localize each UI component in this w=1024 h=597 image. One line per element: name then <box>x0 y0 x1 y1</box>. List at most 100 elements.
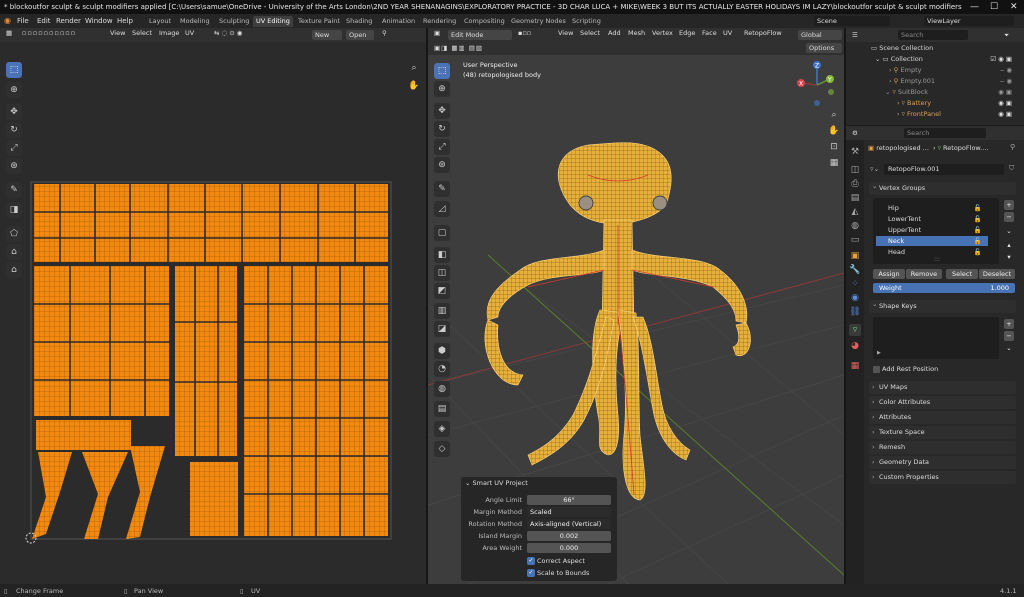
vertex-group-specials-icon[interactable]: ⌄ <box>1004 226 1014 236</box>
viewport-move-tool-icon[interactable]: ✥ <box>434 103 450 119</box>
head-lock-icon[interactable]: 🔓 <box>974 247 982 257</box>
grab-tool-icon[interactable]: ⬠ <box>6 226 22 242</box>
world-tab-icon[interactable]: ◍ <box>849 220 861 232</box>
vertex-group-uppertent[interactable]: UpperTent 🔓 <box>876 225 988 235</box>
area-weight-field[interactable]: 0.000 <box>527 543 611 553</box>
scale-to-bounds-checkbox[interactable]: ✓ <box>527 569 535 577</box>
shear-tool-icon[interactable]: ◇ <box>434 441 450 457</box>
outliner-item-frontpanel[interactable]: › ▿ FrontPanel ◉ ▣ <box>865 109 1020 120</box>
scene-selector[interactable]: Scene <box>814 16 890 26</box>
mode-selector[interactable]: Edit Mode <box>448 30 512 40</box>
move-up-icon[interactable]: ▴ <box>1004 240 1014 250</box>
outliner-editor-type-icon[interactable]: ☰ <box>850 30 860 40</box>
uv-maps-section[interactable]: UV Maps <box>869 381 1016 394</box>
options-dropdown[interactable]: Options <box>806 43 842 53</box>
pan-hand-icon[interactable]: ✋ <box>406 78 422 94</box>
menu-render[interactable]: Render <box>56 17 81 25</box>
outliner-search-input[interactable]: Search <box>898 30 968 40</box>
texture-space-section[interactable]: Texture Space <box>869 426 1016 439</box>
weight-slider[interactable]: Weight 1.000 <box>873 283 1015 293</box>
mesh-data-tab-icon[interactable]: ▿ <box>849 324 861 336</box>
knife-tool-icon[interactable]: ◪ <box>434 321 450 337</box>
editor-type-icon[interactable]: ▦ <box>4 28 14 38</box>
tool-tab-icon[interactable]: ⚒ <box>849 146 861 158</box>
shape-keys-section[interactable]: Shape Keys <box>869 298 1016 313</box>
battery-visibility-icons[interactable]: ◉ ▣ <box>998 98 1012 109</box>
properties-editor-type-icon[interactable]: ⚙ <box>850 128 860 138</box>
viewport-menu-vertex[interactable]: Vertex <box>650 28 675 38</box>
close-icon[interactable]: ✕ <box>1010 0 1018 14</box>
outliner-item-empty-001[interactable]: › ⚲ Empty.001 ⌣ ◉ <box>865 76 1020 87</box>
spin-tool-icon[interactable]: ◔ <box>434 361 450 377</box>
vertex-group-hip[interactable]: Hip 🔓 <box>876 203 988 213</box>
uppertent-lock-icon[interactable]: 🔓 <box>974 225 982 235</box>
pinch-tool-icon[interactable]: ⌂ <box>6 262 22 278</box>
uv-editor-canvas[interactable]: ⬚ ⊕ ✥ ↻ ⤢ ⊛ ✎ ◨ ⬠ ⌂ ⌂ ⌕ ✋ <box>0 42 426 584</box>
texture-tab-icon[interactable]: ▦ <box>849 360 861 372</box>
inset-tool-icon[interactable]: ◫ <box>434 265 450 281</box>
uv-menu-select[interactable]: Select <box>130 28 154 38</box>
shrink-fatten-tool-icon[interactable]: ◈ <box>434 421 450 437</box>
fake-user-shield-icon[interactable]: ⛉ <box>1009 164 1014 173</box>
viewport-rotate-tool-icon[interactable]: ↻ <box>434 121 450 137</box>
viewport-menu-retopoflow[interactable]: RetopoFlow <box>742 28 784 38</box>
add-cube-tool-icon[interactable]: ▢ <box>434 225 450 241</box>
vertex-group-head[interactable]: Head 🔓 <box>876 247 988 257</box>
rotation-method-dropdown[interactable]: Axis-aligned (Vertical) <box>527 519 611 529</box>
view-layer-selector[interactable]: ViewLayer <box>924 16 1014 26</box>
zoom-icon[interactable]: ⌕ <box>406 60 422 76</box>
tab-scripting[interactable]: Scripting <box>569 16 604 27</box>
relax-tool-icon[interactable]: ⌂ <box>6 244 22 260</box>
add-rest-position-checkbox[interactable] <box>873 366 880 373</box>
geometry-data-section[interactable]: Geometry Data <box>869 456 1016 469</box>
outliner-filter-icon[interactable]: ⏷ <box>1002 30 1011 40</box>
remove-shape-key-button[interactable]: − <box>1004 331 1014 341</box>
viewport-menu-select[interactable]: Select <box>578 28 602 38</box>
camera-view-icon[interactable]: ⊡ <box>826 139 842 155</box>
outliner-item-suitblock[interactable]: ⌄ ▿ SuitBlock ◉ ▣ <box>865 87 1020 98</box>
viewport-cursor-tool-icon[interactable]: ⊕ <box>434 81 450 97</box>
viewport-menu-mesh[interactable]: Mesh <box>626 28 647 38</box>
maximize-icon[interactable]: ☐ <box>990 0 998 14</box>
output-tab-icon[interactable]: ⎙ <box>849 178 861 190</box>
menu-file[interactable]: File <box>17 17 29 25</box>
color-attributes-section[interactable]: Color Attributes <box>869 396 1016 409</box>
blender-logo-icon[interactable]: ◉ <box>4 16 11 25</box>
scale-tool-icon[interactable]: ⤢ <box>6 140 22 156</box>
measure-tool-icon[interactable]: ◿ <box>434 201 450 217</box>
viewport-menu-add[interactable]: Add <box>606 28 623 38</box>
rip-tool-icon[interactable]: ◨ <box>6 202 22 218</box>
tab-compositing[interactable]: Compositing <box>461 16 508 27</box>
minimize-icon[interactable]: — <box>970 0 979 14</box>
cursor-tool-icon[interactable]: ⊕ <box>6 82 22 98</box>
menu-window[interactable]: Window <box>85 17 113 25</box>
tab-sculpting[interactable]: Sculpting <box>216 16 252 27</box>
neck-lock-icon[interactable]: 🔓 <box>974 236 982 246</box>
outliner-scene-collection[interactable]: ▭ Scene Collection <box>865 43 1020 54</box>
move-tool-icon[interactable]: ✥ <box>6 104 22 120</box>
viewport-menu-face[interactable]: Face <box>700 28 719 38</box>
remove-button[interactable]: Remove <box>906 269 942 279</box>
select-button[interactable]: Select <box>946 269 978 279</box>
breadcrumb-data[interactable]: RetopoFlow.... <box>943 144 988 152</box>
collection-visibility-icons[interactable]: ☑ ◉ ▣ <box>990 54 1012 65</box>
move-down-icon[interactable]: ▾ <box>1004 252 1014 262</box>
uv-sync-icons[interactable]: ⇆ ◌ ⊙ ◉ <box>212 28 244 38</box>
viewport-menu-uv[interactable]: UV <box>721 28 734 38</box>
loop-cut-tool-icon[interactable]: ▥ <box>434 303 450 319</box>
collection-tab-icon[interactable]: ▭ <box>849 234 861 246</box>
vertex-groups-section[interactable]: Vertex Groups <box>869 180 1016 195</box>
mesh-name-field[interactable]: RetopoFlow.001 <box>884 164 1004 175</box>
view-layer-tab-icon[interactable]: ▤ <box>849 192 861 204</box>
empty-visibility-icons[interactable]: ⌣ ◉ <box>1000 65 1012 76</box>
add-vertex-group-button[interactable]: + <box>1004 200 1014 210</box>
smooth-tool-icon[interactable]: ◍ <box>434 381 450 397</box>
open-image-button[interactable]: Open <box>346 30 374 40</box>
material-tab-icon[interactable]: ◕ <box>849 340 861 352</box>
annotate-tool-icon[interactable]: ✎ <box>6 182 22 198</box>
add-shape-key-button[interactable]: + <box>1004 319 1014 329</box>
constraints-tab-icon[interactable]: ⛓ <box>849 306 861 318</box>
scene-tab-icon[interactable]: ◭ <box>849 206 861 218</box>
tab-layout[interactable]: Layout <box>146 16 174 27</box>
operator-panel-title[interactable]: ⌄ Smart UV Project <box>465 479 528 487</box>
